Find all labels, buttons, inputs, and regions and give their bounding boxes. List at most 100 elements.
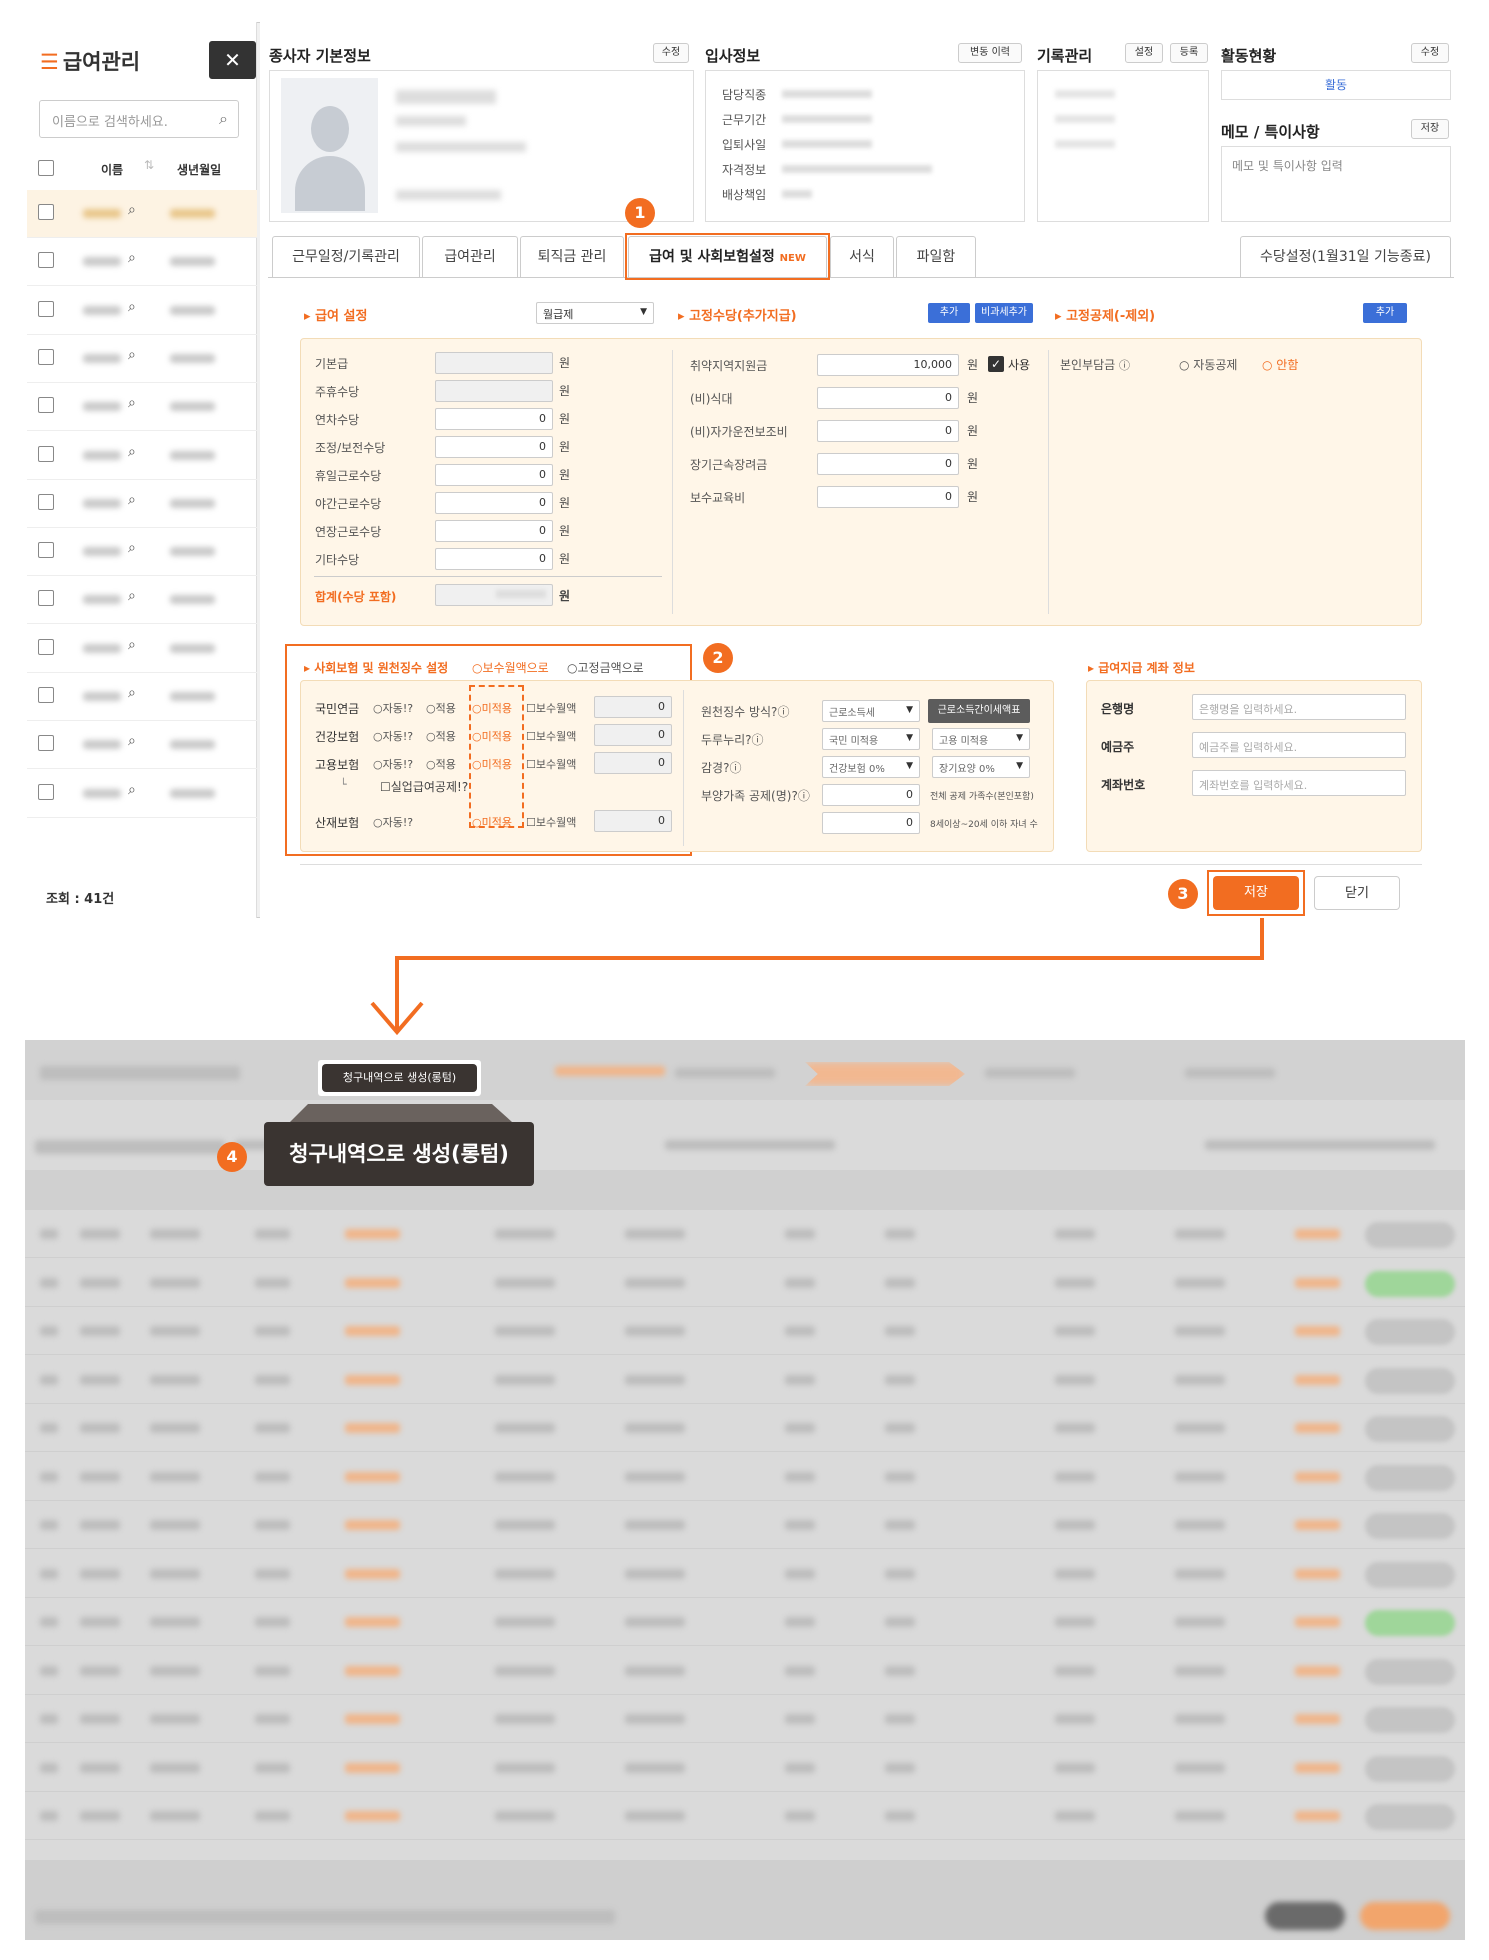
billing-row [25, 1598, 1465, 1646]
insurance-apply-radio[interactable]: ○적용 [426, 756, 456, 772]
insurance-salary-checkbox[interactable]: ☐보수월액 [526, 728, 576, 744]
row-checkbox[interactable] [38, 590, 54, 607]
employee-row[interactable] [27, 190, 257, 238]
allowance-item-label: (비)식대 [690, 392, 733, 406]
salary-item-label: 기본급 [315, 357, 349, 371]
row-checkbox[interactable] [38, 542, 54, 559]
employee-row[interactable] [27, 770, 257, 818]
view-employee-icon[interactable]: ⌕ [128, 299, 136, 315]
insurance-salary-checkbox[interactable]: ☐보수월액 [526, 814, 576, 830]
insurance-amount: 0 [594, 752, 672, 774]
hire-label: 입퇴사일 [722, 138, 767, 152]
billing-row [25, 1647, 1465, 1695]
allowance-item-unit: 원 [967, 457, 979, 471]
row-checkbox[interactable] [38, 397, 54, 414]
view-employee-icon[interactable]: ⌕ [128, 782, 136, 798]
billing-row [25, 1210, 1465, 1258]
employee-row[interactable] [27, 528, 257, 577]
view-employee-icon[interactable]: ⌕ [128, 395, 136, 411]
row-checkbox[interactable] [38, 300, 54, 317]
allowance-item-label: (비)자가운전보조비 [690, 425, 788, 439]
salary-item-label: 휴일근로수당 [315, 469, 382, 483]
row-checkbox[interactable] [38, 348, 54, 365]
view-employee-icon[interactable]: ⌕ [128, 733, 136, 749]
row-checkbox[interactable] [38, 735, 54, 752]
insurance-apply-radio[interactable]: ○적용 [426, 700, 456, 716]
billing-row [25, 1501, 1465, 1549]
insurance-noapply-radio[interactable]: ○미적용 [472, 728, 512, 744]
employee-row[interactable] [27, 576, 257, 625]
employee-row[interactable] [27, 721, 257, 770]
view-employee-icon[interactable]: ⌕ [128, 202, 136, 218]
view-employee-icon[interactable]: ⌕ [128, 637, 136, 653]
row-name [83, 450, 121, 460]
view-employee-icon[interactable]: ⌕ [128, 347, 136, 363]
salary-item-input[interactable]: 0 [435, 408, 553, 430]
row-name [83, 209, 121, 218]
allowance-item-label: 취약지역지원금 [690, 359, 768, 373]
row-name [83, 788, 121, 798]
view-employee-icon[interactable]: ⌕ [128, 444, 136, 460]
insurance-noapply-radio[interactable]: ○미적용 [472, 756, 512, 772]
billing-row [25, 1453, 1465, 1501]
row-name [83, 257, 121, 267]
insurance-auto-radio[interactable]: ○자동!? [373, 728, 413, 744]
insurance-salary-checkbox[interactable]: ☐보수월액 [526, 756, 576, 772]
salary-item-label: 야간근로수당 [315, 497, 382, 511]
row-name [83, 305, 121, 315]
allowance-item-input[interactable]: 0 [817, 453, 959, 475]
insurance-noapply-radio[interactable]: ○미적용 [472, 700, 512, 716]
view-employee-icon[interactable]: ⌕ [128, 250, 136, 266]
billing-row [25, 1695, 1465, 1743]
allowance-item-input[interactable]: 0 [817, 486, 959, 508]
view-employee-icon[interactable]: ⌕ [128, 540, 136, 556]
salary-item-input[interactable]: 0 [435, 520, 553, 542]
row-checkbox[interactable] [38, 783, 54, 800]
row-checkbox[interactable] [38, 638, 54, 655]
billing-row [25, 1744, 1465, 1792]
insurance-noapply-radio[interactable]: ○미적용 [472, 814, 512, 830]
salary-item-input[interactable]: 0 [435, 492, 553, 514]
row-checkbox[interactable] [38, 493, 54, 510]
row-checkbox[interactable] [38, 204, 54, 220]
row-checkbox[interactable] [38, 445, 54, 462]
view-employee-icon[interactable]: ⌕ [128, 492, 136, 508]
insurance-apply-radio[interactable]: ○적용 [426, 728, 456, 744]
employee-row[interactable] [27, 335, 257, 383]
salary-item-unit: 원 [559, 384, 571, 398]
salary-item-input[interactable]: 0 [435, 436, 553, 458]
employee-row[interactable] [27, 480, 257, 528]
allowance-item-input[interactable]: 0 [817, 387, 959, 409]
salary-item-input[interactable] [435, 380, 553, 402]
employee-row[interactable] [27, 673, 257, 721]
insurance-amount: 0 [594, 724, 672, 746]
row-checkbox[interactable] [38, 687, 54, 703]
create-claim-callout: 청구내역으로 생성(롱텀) [264, 1122, 534, 1186]
allowance-item-input[interactable]: 0 [817, 420, 959, 442]
salary-item-input[interactable] [435, 352, 553, 374]
salary-item-unit: 원 [559, 524, 571, 538]
salary-item-input[interactable]: 0 [435, 548, 553, 570]
insurance-auto-radio[interactable]: ○자동!? [373, 700, 413, 716]
row-checkbox[interactable] [38, 252, 54, 269]
insurance-auto-radio[interactable]: ○자동!? [373, 814, 413, 830]
employee-row[interactable] [27, 383, 257, 432]
row-name [83, 643, 121, 653]
employee-row[interactable] [27, 238, 257, 287]
employee-row[interactable] [27, 625, 257, 673]
allowance-item-unit: 원 [967, 358, 979, 372]
view-employee-icon[interactable]: ⌕ [128, 685, 136, 701]
create-claim-button[interactable]: 청구내역으로 생성(롱텀) [322, 1064, 477, 1092]
hire-label: 담당직종 [722, 88, 767, 102]
salary-item-input[interactable]: 0 [435, 464, 553, 486]
salary-item-label: 조정/보전수당 [315, 441, 386, 455]
insurance-salary-checkbox[interactable]: ☐보수월액 [526, 700, 576, 716]
insurance-auto-radio[interactable]: ○자동!? [373, 756, 413, 772]
salary-item-unit: 원 [559, 552, 571, 566]
allowance-item-label: 장기근속장려금 [690, 458, 768, 472]
employee-row[interactable] [27, 287, 257, 335]
employee-row[interactable] [27, 432, 257, 480]
allowance-item-input[interactable]: 10,000 [817, 354, 959, 376]
view-employee-icon[interactable]: ⌕ [128, 588, 136, 604]
salary-item-unit: 원 [559, 440, 571, 454]
